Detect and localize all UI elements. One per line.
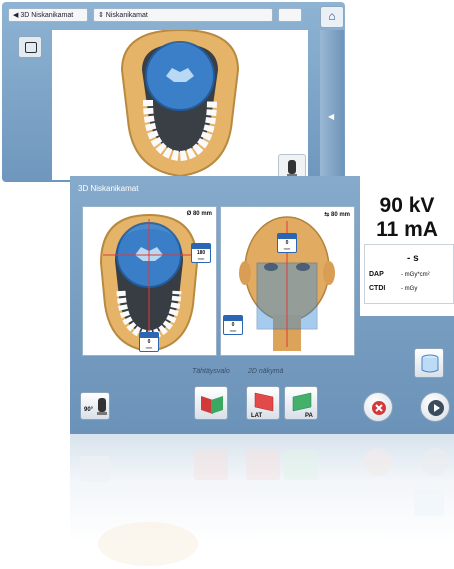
lateral-position-box[interactable]: 0 mm (223, 315, 243, 335)
kv-value: 90 kV (379, 194, 435, 217)
rotate-90-label: 90° (84, 407, 94, 413)
dap-value: - mGy*cm² (401, 272, 430, 278)
height-unit: mm (197, 256, 205, 261)
2d-view-section-label: 2D näkymä (248, 368, 284, 375)
pa-view-icon (292, 392, 312, 412)
depth-position-box[interactable]: 0 mm (139, 332, 159, 352)
reflection-art (80, 448, 449, 566)
breadcrumb-region[interactable]: ⇕ Niskanikamat (93, 8, 273, 22)
depth-unit: mm (145, 345, 153, 350)
height-position-box[interactable]: 180 mm (191, 243, 211, 263)
start-exposure-button[interactable] (420, 392, 450, 422)
cancel-button[interactable] (363, 392, 393, 422)
breadcrumb-empty (278, 8, 302, 22)
sensor-icon (97, 398, 107, 415)
exposure-window: 3D Niskanikamat Ø 80 mm 180 mm 0 mm ⇆ 80… (70, 176, 454, 434)
lateral-unit: mm (229, 328, 237, 333)
pa-view-button[interactable]: PA (284, 386, 318, 420)
lat-view-button[interactable]: LAT (246, 386, 280, 420)
play-icon (428, 400, 444, 416)
breadcrumb-program[interactable]: ◀ 3D Niskanikamat (8, 8, 88, 22)
fov-diameter-label: Ø 80 mm (186, 211, 212, 217)
pa-label: PA (305, 413, 313, 419)
ctdi-label: CTDI (369, 285, 386, 292)
home-icon: ⌂ (328, 9, 336, 23)
axial-view-panel[interactable]: Ø 80 mm 180 mm 0 mm (82, 206, 217, 356)
star-view-button[interactable] (194, 386, 228, 420)
exposure-time: - s (407, 253, 419, 264)
exposure-info-panel: 90 kV 11 mA - s DAP - mGy*cm² CTDI - mGy (360, 176, 454, 316)
home-button[interactable]: ⌂ (320, 6, 344, 28)
sidebar-arrow-icon[interactable]: ◀ (328, 112, 334, 121)
frontal-view-panel[interactable]: ⇆ 80 mm 0 mm 0 mm (220, 206, 355, 356)
dose-box: - s DAP - mGy*cm² CTDI - mGy (364, 244, 454, 304)
back-jaw-illustration (120, 28, 240, 178)
ctdi-value: - mGy (401, 286, 418, 292)
display-mode-button[interactable] (18, 36, 42, 58)
rotate-90-button[interactable]: 90° (80, 392, 110, 420)
ma-value: 11 mA (376, 218, 438, 241)
close-icon (372, 401, 386, 415)
background-window: ◀ 3D Niskanikamat ⇕ Niskanikamat ⌂ ◀ (2, 2, 345, 182)
star-view-section-label: Tähtäysvalo (192, 368, 230, 375)
back-image-panel (52, 28, 308, 180)
window-title: 3D Niskanikamat (78, 184, 139, 193)
vertical-unit: mm (283, 246, 291, 251)
volume-button[interactable] (414, 348, 444, 378)
floor-reflection (70, 434, 454, 569)
star-view-icon (201, 396, 223, 414)
lat-label: LAT (251, 413, 263, 419)
dap-label: DAP (369, 271, 384, 278)
monitor-icon (25, 42, 37, 53)
vertical-position-box[interactable]: 0 mm (277, 233, 297, 253)
lat-view-icon (254, 392, 274, 412)
cylinder-icon (421, 354, 439, 373)
collapse-sidebar[interactable] (320, 30, 344, 182)
fov-width-label: ⇆ 80 mm (324, 212, 350, 218)
